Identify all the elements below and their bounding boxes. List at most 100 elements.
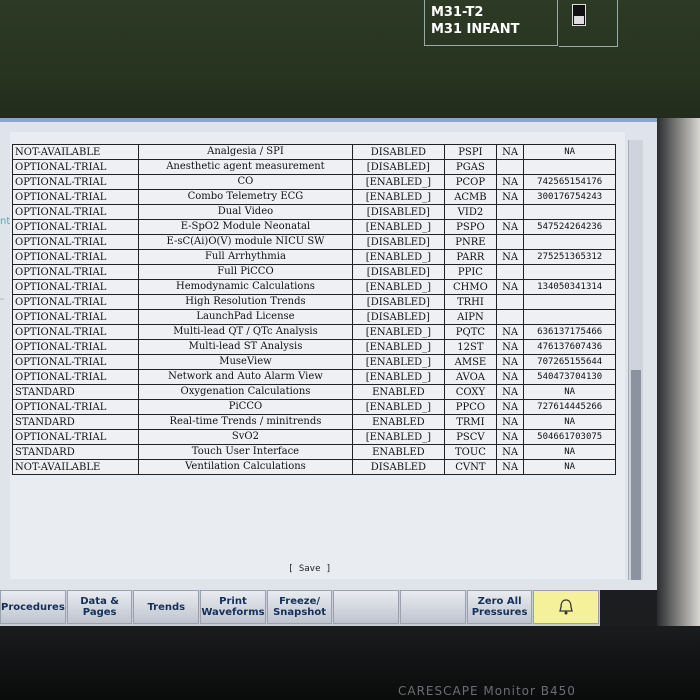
scroll-thumb[interactable]: [631, 370, 641, 580]
option-license: 707265155644: [523, 354, 616, 370]
brand-label: CARESCAPE Monitor B450: [398, 684, 576, 698]
option-status: OPTIONAL-TRIAL: [11, 369, 140, 385]
option-name: Multi-lead QT / QTc Analysis: [138, 324, 353, 340]
option-license: NA: [523, 144, 616, 160]
option-name: PiCCO: [138, 399, 353, 415]
option-license: 547524264236: [523, 219, 616, 235]
table-row: OPTIONAL-TRIAL Anesthetic agent measureme…: [11, 159, 616, 175]
option-status: STANDARD: [11, 384, 140, 400]
table-row: OPTIONAL-TRIAL High Resolution Trends [DIS…: [11, 294, 616, 310]
print-waveforms-button[interactable]: Print Waveforms: [200, 590, 266, 624]
option-name: Network and Auto Alarm View: [138, 369, 353, 385]
table-row: OPTIONAL-TRIAL SvO2 [ENABLED_] PSCV NA 504661…: [11, 429, 616, 445]
option-license: 504661703075: [523, 429, 616, 445]
option-license: NA: [523, 459, 616, 475]
option-state: [DISABLED]: [351, 264, 445, 280]
option-name: Oxygenation Calculations: [138, 384, 353, 400]
option-status: OPTIONAL-TRIAL: [11, 429, 140, 445]
option-status: OPTIONAL-TRIAL: [11, 309, 140, 325]
table-row: OPTIONAL-TRIAL MuseView [ENABLED_] AMSE NA 70…: [11, 354, 616, 370]
option-status: OPTIONAL-TRIAL: [11, 219, 140, 235]
option-code: PCOP: [443, 174, 497, 190]
table-row: OPTIONAL-TRIAL Combo Telemetry ECG [ENABLE…: [11, 189, 616, 205]
option-name: Analgesia / SPI: [138, 144, 353, 160]
option-state: [ENABLED_]: [351, 369, 445, 385]
zero-all-pressures-button[interactable]: Zero All Pressures: [466, 590, 533, 624]
option-code: PNRE: [443, 234, 497, 250]
monitor-bezel-bottom: [0, 626, 700, 700]
option-status: OPTIONAL-TRIAL: [11, 159, 140, 175]
option-na: [495, 234, 525, 250]
data-pages-button[interactable]: Data & Pages: [66, 590, 133, 624]
option-code: TRHI: [443, 294, 497, 310]
option-code: TOUC: [443, 444, 497, 460]
option-name: Real-time Trends / minitrends: [138, 414, 353, 430]
option-code: PGAS: [443, 159, 497, 175]
option-license: 275251365312: [523, 249, 616, 265]
table-row: OPTIONAL-TRIAL E-sC(Ai)O(V) module NICU S…: [11, 234, 616, 250]
table-row: NOT-AVAILABLE Analgesia / SPI DISABLED PSPI…: [11, 144, 616, 160]
trends-button[interactable]: Trends: [133, 590, 200, 624]
option-name: SvO2: [138, 429, 353, 445]
freeze-snapshot-button[interactable]: Freeze/ Snapshot: [266, 590, 333, 624]
option-name: Anesthetic agent measurement: [138, 159, 353, 175]
option-license: [523, 264, 616, 280]
option-name: Full Arrhythmia: [138, 249, 353, 265]
table-row: OPTIONAL-TRIAL Full PiCCO [DISABLED] PPIC: [11, 264, 616, 280]
scrollbar[interactable]: [628, 140, 643, 580]
option-license: [523, 234, 616, 250]
option-code: CVNT: [443, 459, 497, 475]
option-license: 742565154176: [523, 174, 616, 190]
option-code: COXY: [443, 384, 497, 400]
option-name: Combo Telemetry ECG: [138, 189, 353, 205]
disabled-button-2[interactable]: [400, 590, 466, 624]
software-options-dialog: NOT-AVAILABLE Analgesia / SPI DISABLED PSPI…: [0, 118, 657, 592]
option-state: [ENABLED_]: [351, 219, 445, 235]
option-na: NA: [495, 174, 525, 190]
option-name: CO: [138, 174, 353, 190]
option-state: [DISABLED]: [351, 294, 445, 310]
option-na: NA: [495, 369, 525, 385]
option-code: AIPN: [443, 309, 497, 325]
patient-info-box[interactable]: M31-T2 M31 INFANT: [424, 0, 558, 46]
table-row: OPTIONAL-TRIAL PiCCO [ENABLED_] PPCO NA 72761…: [11, 399, 616, 415]
bottom-toolbar: Procedures Data & Pages Trends Print Wav…: [0, 590, 600, 626]
option-code: PPCO: [443, 399, 497, 415]
option-code: AMSE: [443, 354, 497, 370]
option-status: OPTIONAL-TRIAL: [11, 399, 140, 415]
option-name: Hemodynamic Calculations: [138, 279, 353, 295]
option-na: NA: [495, 354, 525, 370]
option-na: [495, 294, 525, 310]
option-status: STANDARD: [11, 444, 140, 460]
save-button[interactable]: [ Save ]: [288, 564, 331, 574]
option-license: 727614445266: [523, 399, 616, 415]
option-license: [523, 309, 616, 325]
option-code: PSPO: [443, 219, 497, 235]
option-code: PQTC: [443, 324, 497, 340]
option-name: Multi-lead ST Analysis: [138, 339, 353, 355]
option-na: [495, 309, 525, 325]
option-state: ENABLED: [351, 414, 445, 430]
option-na: [495, 204, 525, 220]
alarm-silence-button[interactable]: [533, 590, 600, 624]
patient-id: M31-T2: [431, 5, 484, 20]
table-row: OPTIONAL-TRIAL Full Arrhythmia [ENABLED_] P…: [11, 249, 616, 265]
disabled-button-1[interactable]: [333, 590, 400, 624]
table-row: STANDARD Touch User Interface ENABLED TOUC N…: [11, 444, 616, 460]
option-status: OPTIONAL-TRIAL: [11, 294, 140, 310]
table-row: OPTIONAL-TRIAL Dual Video [DISABLED] VID2: [11, 204, 616, 220]
option-license: 134050341314: [523, 279, 616, 295]
option-na: [495, 264, 525, 280]
option-status: STANDARD: [11, 414, 140, 430]
option-na: NA: [495, 144, 525, 160]
option-na: NA: [495, 444, 525, 460]
option-na: NA: [495, 324, 525, 340]
option-license: 636137175466: [523, 324, 616, 340]
option-status: OPTIONAL-TRIAL: [11, 204, 140, 220]
option-code: PSCV: [443, 429, 497, 445]
option-license: 476137607436: [523, 339, 616, 355]
procedures-button[interactable]: Procedures: [0, 590, 66, 624]
table-row: STANDARD Oxygenation Calculations ENABLED C…: [11, 384, 616, 400]
battery-status-box: [559, 0, 618, 47]
option-state: [DISABLED]: [351, 204, 445, 220]
